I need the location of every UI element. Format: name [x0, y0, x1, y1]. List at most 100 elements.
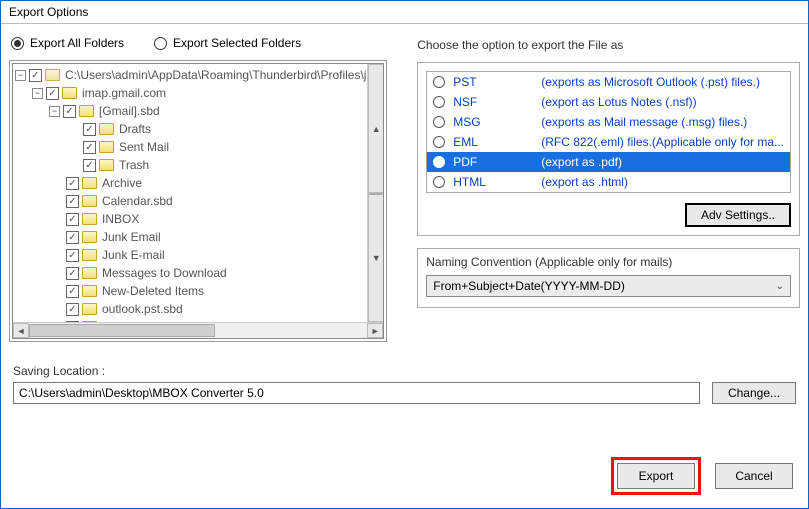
folder-icon	[82, 195, 97, 207]
cancel-button[interactable]: Cancel	[715, 463, 793, 489]
checkbox[interactable]	[66, 195, 79, 208]
format-option-pdf[interactable]: PDF(export as .pdf)	[427, 152, 790, 172]
tree-item[interactable]: −C:\Users\admin\AppData\Roaming\Thunderb…	[15, 66, 383, 84]
export-scope-group: Export All Folders Export Selected Folde…	[9, 32, 387, 60]
format-name: MSG	[453, 115, 533, 129]
tree-item[interactable]: Sent Mail	[15, 138, 383, 156]
radio-icon	[11, 37, 24, 50]
tree-item[interactable]: − [Gmail].sbd	[15, 102, 383, 120]
checkbox[interactable]	[66, 231, 79, 244]
checkbox[interactable]	[66, 249, 79, 262]
tree-item-label: outlook.pst.sbd	[100, 302, 183, 316]
checkbox[interactable]	[66, 177, 79, 190]
tree-item[interactable]: Junk E-mail	[15, 246, 383, 264]
format-option-msg[interactable]: MSG (exports as Mail message (.msg) files…	[427, 112, 790, 132]
checkbox[interactable]	[83, 159, 96, 172]
radio-icon	[433, 116, 445, 128]
tree-item[interactable]: New-Deleted Items	[15, 282, 383, 300]
checkbox[interactable]	[83, 141, 96, 154]
tree-item-label: Drafts	[117, 122, 151, 136]
checkbox[interactable]	[66, 285, 79, 298]
tree-item[interactable]: Junk Email	[15, 228, 383, 246]
format-option-pst[interactable]: PST (exports as Microsoft Outlook (.pst) …	[427, 72, 790, 92]
saving-location-input[interactable]	[13, 382, 700, 404]
folder-icon	[82, 303, 97, 315]
vertical-scrollbar[interactable]: ▲ ▼	[367, 64, 383, 322]
format-name: PDF	[453, 155, 533, 169]
tree-item-label: [Gmail].sbd	[97, 104, 160, 118]
checkbox[interactable]	[46, 87, 59, 100]
checkbox[interactable]	[29, 69, 42, 82]
format-list: PST (exports as Microsoft Outlook (.pst) …	[426, 71, 791, 193]
tree-item[interactable]: Archive	[15, 174, 383, 192]
format-desc: (exports as Microsoft Outlook (.pst) fil…	[541, 75, 784, 89]
tree-item[interactable]: Trash	[15, 156, 383, 174]
export-selected-radio[interactable]: Export Selected Folders	[154, 36, 301, 50]
folder-icon	[82, 177, 97, 189]
format-name: NSF	[453, 95, 533, 109]
saving-location-label: Saving Location :	[13, 364, 796, 378]
tree-item[interactable]: Drafts	[15, 120, 383, 138]
tree-item-label: Junk E-mail	[100, 248, 165, 262]
tree-item-label: Archive	[100, 176, 142, 190]
export-button[interactable]: Export	[617, 463, 695, 489]
checkbox[interactable]	[83, 123, 96, 136]
format-panel: PST (exports as Microsoft Outlook (.pst) …	[417, 62, 800, 236]
format-option-eml[interactable]: EML (RFC 822(.eml) files.(Applicable only…	[427, 132, 790, 152]
tree-item[interactable]: INBOX	[15, 210, 383, 228]
tree-item[interactable]: −imap.gmail.com	[15, 84, 383, 102]
tree-item[interactable]: Messages to Download	[15, 264, 383, 282]
scrollbar-thumb[interactable]	[369, 193, 382, 195]
format-option-html[interactable]: HTML(export as .html)	[427, 172, 790, 192]
checkbox[interactable]	[66, 213, 79, 226]
format-option-nsf[interactable]: NSF(export as Lotus Notes (.nsf))	[427, 92, 790, 112]
format-desc: (RFC 822(.eml) files.(Applicable only fo…	[541, 135, 784, 149]
folder-tree[interactable]: −C:\Users\admin\AppData\Roaming\Thunderb…	[13, 64, 383, 324]
naming-label: Naming Convention (Applicable only for m…	[426, 255, 791, 269]
radio-icon	[433, 136, 445, 148]
change-button[interactable]: Change...	[712, 382, 796, 404]
folder-icon	[82, 231, 97, 243]
tree-item-label: INBOX	[100, 212, 139, 226]
naming-combobox[interactable]: From+Subject+Date(YYYY-MM-DD) ⌄	[426, 275, 791, 297]
scroll-up-icon[interactable]: ▲	[368, 64, 384, 193]
tree-item-label: Calendar.sbd	[100, 194, 173, 208]
checkbox[interactable]	[66, 267, 79, 280]
folder-icon	[62, 87, 77, 99]
scrollbar-thumb[interactable]	[29, 324, 215, 337]
radio-icon	[433, 176, 445, 188]
scroll-down-icon[interactable]: ▼	[368, 193, 384, 322]
export-highlight: Export	[611, 457, 701, 495]
folder-icon	[82, 267, 97, 279]
radio-icon	[433, 96, 445, 108]
checkbox[interactable]	[63, 105, 76, 118]
export-selected-label: Export Selected Folders	[173, 36, 301, 50]
folder-icon	[79, 105, 94, 117]
scroll-left-icon[interactable]: ◄	[13, 323, 29, 338]
horizontal-scrollbar[interactable]: ◄ ►	[13, 322, 383, 338]
naming-value: From+Subject+Date(YYYY-MM-DD)	[433, 279, 625, 293]
checkbox[interactable]	[66, 303, 79, 316]
chevron-down-icon: ⌄	[776, 281, 784, 292]
export-all-radio[interactable]: Export All Folders	[11, 36, 124, 50]
expander-icon[interactable]: −	[15, 70, 26, 81]
tree-item-label: New-Deleted Items	[100, 284, 204, 298]
format-desc: (exports as Mail message (.msg) files.)	[541, 115, 784, 129]
tree-item-label: Junk Email	[100, 230, 161, 244]
folder-icon	[82, 213, 97, 225]
format-name: PST	[453, 75, 533, 89]
format-heading: Choose the option to export the File as	[417, 32, 800, 62]
radio-icon	[154, 37, 167, 50]
tree-item[interactable]: Calendar.sbd	[15, 192, 383, 210]
naming-panel: Naming Convention (Applicable only for m…	[417, 248, 800, 308]
format-name: EML	[453, 135, 533, 149]
adv-settings-button[interactable]: Adv Settings..	[685, 203, 791, 227]
radio-icon	[433, 156, 445, 168]
tree-item[interactable]: outlook.pst.sbd	[15, 300, 383, 318]
expander-icon[interactable]: −	[32, 88, 43, 99]
expander-icon[interactable]: −	[49, 106, 60, 117]
window-title: Export Options	[1, 1, 808, 24]
scroll-right-icon[interactable]: ►	[367, 323, 383, 338]
folder-icon	[82, 249, 97, 261]
export-all-label: Export All Folders	[30, 36, 124, 50]
